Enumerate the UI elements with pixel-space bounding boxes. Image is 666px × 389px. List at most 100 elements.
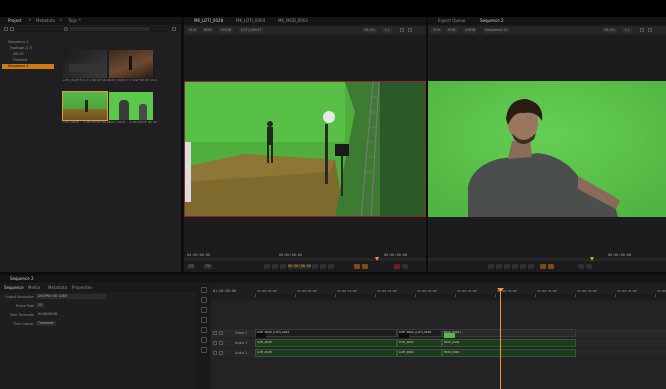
loop-button[interactable]: [578, 264, 584, 269]
frame-rate-select[interactable]: 25: [36, 303, 45, 308]
tab-clip[interactable]: MK_LOTI_0004: [236, 18, 265, 24]
timeline-ruler[interactable]: 01:00:00:00 01:00:05:00 01:00:10:00 01:00:1…: [255, 289, 666, 299]
track-header-audio[interactable]: Audio 2: [211, 349, 255, 357]
clip-thumbnail[interactable]: [63, 50, 107, 78]
audio-clip[interactable]: LOTI_0028: [255, 339, 397, 347]
play-reverse-button[interactable]: [280, 264, 286, 269]
search-input[interactable]: [70, 27, 150, 31]
zoom-select[interactable]: 38.0%: [602, 28, 618, 33]
audio-button[interactable]: [586, 264, 592, 269]
search-icon[interactable]: [64, 27, 68, 31]
grid-overlay-icon[interactable]: [400, 28, 404, 32]
tab-media[interactable]: Media: [28, 285, 40, 291]
play-reverse-button[interactable]: [504, 264, 510, 269]
time-display-select[interactable]: Timecode: [36, 321, 56, 326]
tab-metadata[interactable]: Metadata: [36, 18, 55, 24]
colorspace-select[interactable]: YUV: [431, 28, 443, 33]
list-view-icon[interactable]: [4, 27, 8, 31]
channel-select[interactable]: RGB: [202, 28, 214, 33]
clip-thumbnail-selected[interactable]: [62, 91, 108, 121]
mark-in-button[interactable]: [354, 264, 360, 269]
tab-metadata[interactable]: Metadata: [48, 285, 67, 291]
fps-select[interactable]: 25: [187, 264, 196, 269]
audio-clip[interactable]: MOD_0004: [442, 339, 576, 347]
slip-tool-icon[interactable]: [201, 307, 207, 313]
clip-thumbnail[interactable]: [109, 50, 153, 78]
grid-view-icon[interactable]: [10, 27, 14, 31]
tab-close-icon[interactable]: ×: [78, 17, 81, 23]
audio-clip[interactable]: MOD_0004: [442, 349, 576, 357]
go-start-button[interactable]: [488, 264, 494, 269]
audio-clip[interactable]: LOTI_0004: [397, 349, 442, 357]
zoom-fit-select[interactable]: Fit: [204, 264, 213, 269]
go-start-button[interactable]: [264, 264, 270, 269]
lock-icon[interactable]: [219, 351, 223, 355]
tree-item[interactable]: Sequence 2: [8, 40, 29, 45]
current-timecode[interactable]: 00:00:00:00: [288, 264, 311, 269]
viewer-right-frame[interactable]: [428, 81, 666, 217]
track-header-audio[interactable]: Audio 1: [211, 339, 255, 347]
output-resolution-select[interactable]: DVCPRO HD 1080i: [36, 294, 106, 299]
snap-toggle-icon[interactable]: [201, 337, 207, 343]
tree-item[interactable]: Finished: [13, 58, 27, 63]
zoom-tool-icon[interactable]: [201, 327, 207, 333]
resolution-select[interactable]: UHDB: [463, 28, 478, 33]
tab-tags[interactable]: Tags: [68, 18, 77, 24]
viewer-scrubber[interactable]: [184, 258, 426, 261]
tab-project[interactable]: Project: [8, 18, 22, 24]
tab-properties[interactable]: Properties: [72, 285, 92, 291]
mark-out-button[interactable]: [548, 264, 554, 269]
tab-close-icon[interactable]: ×: [28, 17, 31, 23]
ratio-select[interactable]: 1:1: [382, 28, 392, 33]
tree-item-selected[interactable]: Sequence 2: [2, 64, 54, 69]
ratio-select[interactable]: 1:1: [622, 28, 632, 33]
tab-export-queue[interactable]: Export Queue: [438, 18, 466, 24]
video-clip[interactable]: LOTI_0028 | LOTI_0004: [255, 329, 397, 337]
tree-item[interactable]: Footage (17): [10, 46, 32, 51]
insert-button[interactable]: [402, 264, 408, 269]
zoom-select[interactable]: 38.0%: [362, 28, 378, 33]
tab-close-icon[interactable]: ×: [59, 17, 62, 23]
play-button[interactable]: [312, 264, 318, 269]
step-back-button[interactable]: [496, 264, 502, 269]
link-toggle-icon[interactable]: [201, 347, 207, 353]
lock-icon[interactable]: [219, 341, 223, 345]
go-end-button[interactable]: [328, 264, 334, 269]
overwrite-button[interactable]: [394, 264, 400, 269]
panel-menu-icon[interactable]: [172, 27, 176, 31]
speaker-icon[interactable]: [213, 341, 217, 345]
video-clip[interactable]: MOD_0004 | ...: [442, 329, 576, 337]
lock-icon[interactable]: [219, 331, 223, 335]
audio-clip[interactable]: LOTI_0028: [255, 349, 397, 357]
tab-sequence-props[interactable]: Sequence: [4, 285, 24, 291]
sequence-select[interactable]: Sequence 2T: [483, 28, 510, 33]
track-header-video[interactable]: Video 1: [211, 329, 255, 337]
settings-icon[interactable]: [408, 28, 412, 32]
select-tool-icon[interactable]: [201, 287, 207, 293]
settings-icon[interactable]: [648, 28, 652, 32]
razor-tool-icon[interactable]: [201, 297, 207, 303]
clip-select[interactable]: LOTI_0004T: [239, 28, 264, 33]
tab-clip[interactable]: MK_MOD_0003: [278, 18, 308, 24]
viewer-scrubber[interactable]: [428, 258, 666, 261]
viewer-left-frame[interactable]: [184, 81, 426, 217]
step-back-button[interactable]: [272, 264, 278, 269]
tab-sequence-title[interactable]: Sequence 2: [10, 276, 34, 282]
speaker-icon[interactable]: [213, 351, 217, 355]
step-forward-button[interactable]: [520, 264, 526, 269]
start-timecode-field[interactable]: 01:00:00:00: [36, 312, 59, 317]
mark-out-button[interactable]: [362, 264, 368, 269]
channel-select[interactable]: RGB: [446, 28, 458, 33]
play-button[interactable]: [512, 264, 518, 269]
tree-item[interactable]: MK-05: [13, 52, 24, 57]
step-forward-button[interactable]: [320, 264, 326, 269]
colorspace-select[interactable]: YUV: [187, 28, 199, 33]
tab-clip[interactable]: MK_LOTI_0028: [194, 18, 223, 24]
go-end-button[interactable]: [528, 264, 534, 269]
timeline-playhead[interactable]: [500, 290, 501, 389]
clip-thumbnail[interactable]: [109, 92, 153, 120]
hand-tool-icon[interactable]: [201, 317, 207, 323]
resolution-select[interactable]: UHDB: [219, 28, 234, 33]
mark-in-button[interactable]: [540, 264, 546, 269]
tab-sequence[interactable]: Sequence 2: [480, 18, 504, 24]
